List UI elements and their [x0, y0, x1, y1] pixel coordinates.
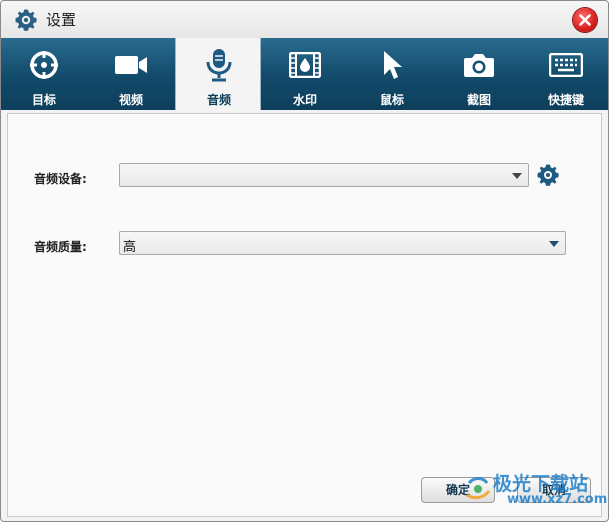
- microphone-icon: [206, 49, 232, 82]
- audio-settings-panel: 音频设备: 音频质量: 高: [7, 113, 602, 517]
- tab-label: 鼠标: [379, 93, 404, 107]
- gear-icon[interactable]: [536, 163, 560, 187]
- gear-icon: [15, 9, 37, 31]
- tab-target[interactable]: 目标: [1, 38, 87, 110]
- tab-screenshot[interactable]: 截图: [436, 38, 522, 110]
- tab-watermark[interactable]: 水印: [262, 38, 348, 110]
- tab-mouse[interactable]: 鼠标: [349, 38, 435, 110]
- close-icon: [579, 14, 591, 26]
- title-bar[interactable]: 设置: [1, 1, 608, 39]
- settings-tabs: 目标 视频 音频 水印 鼠标 截图 快捷键: [1, 38, 608, 110]
- watermark-url: www.xz7.com: [507, 492, 608, 507]
- video-camera-icon: [115, 56, 147, 74]
- settings-window: 设置 目标 视频 音频 水印 鼠标 截图 快捷键 音频设备: 音频质量: 高 确…: [0, 0, 609, 522]
- tab-label: 目标: [31, 93, 56, 107]
- target-icon: [30, 51, 58, 79]
- tab-label: 截图: [466, 93, 491, 107]
- audio-device-select[interactable]: [119, 163, 529, 187]
- tab-label: 音频: [206, 93, 231, 107]
- tab-hotkeys[interactable]: 快捷键: [523, 38, 608, 110]
- chevron-down-icon: [512, 173, 522, 179]
- tab-video[interactable]: 视频: [88, 38, 174, 110]
- audio-quality-value: 高: [123, 240, 137, 255]
- audio-quality-select[interactable]: 高: [119, 231, 566, 255]
- audio-quality-label: 音频质量:: [34, 240, 87, 254]
- tab-label: 视频: [118, 93, 143, 107]
- tab-audio[interactable]: 音频: [175, 38, 261, 110]
- keyboard-icon: [549, 53, 583, 77]
- audio-device-label: 音频设备:: [34, 172, 87, 186]
- tab-label: 水印: [292, 93, 317, 107]
- film-watermark-icon: [289, 52, 321, 78]
- window-title: 设置: [46, 11, 77, 29]
- watermark-logo-icon: [466, 477, 491, 500]
- close-button[interactable]: [573, 8, 597, 32]
- tab-label: 快捷键: [547, 93, 584, 107]
- mouse-cursor-icon: [384, 51, 402, 79]
- site-watermark: 极光下载站 www.xz7.com: [463, 469, 607, 509]
- chevron-down-icon: [549, 241, 559, 247]
- camera-icon: [464, 54, 494, 77]
